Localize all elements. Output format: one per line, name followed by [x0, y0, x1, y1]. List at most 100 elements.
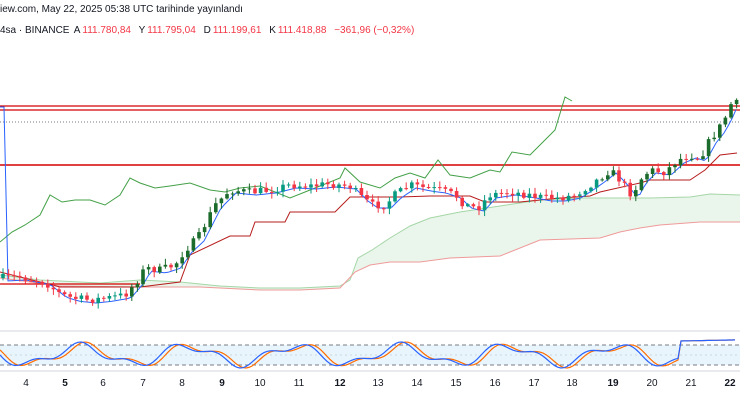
candle-body[interactable] — [191, 238, 196, 251]
candle-body[interactable] — [594, 179, 599, 188]
candle-body[interactable] — [258, 187, 263, 194]
candle-body[interactable] — [522, 192, 526, 198]
candle-body[interactable] — [124, 293, 128, 297]
candle-body[interactable] — [516, 192, 520, 196]
candle-body[interactable] — [734, 99, 739, 105]
candle-body[interactable] — [281, 184, 285, 192]
candle-body[interactable] — [74, 296, 78, 299]
candle-body[interactable] — [684, 158, 688, 160]
candle-body[interactable] — [695, 158, 700, 160]
candle-body[interactable] — [309, 184, 313, 188]
candle-body[interactable] — [550, 194, 554, 199]
candle-body[interactable] — [34, 280, 39, 282]
candle-body[interactable] — [449, 188, 453, 192]
candle-body[interactable] — [471, 204, 476, 207]
candle-body[interactable] — [622, 181, 627, 183]
candle-body[interactable] — [214, 203, 218, 213]
candle-body[interactable] — [135, 284, 140, 288]
candle-body[interactable] — [342, 184, 347, 186]
candle-body[interactable] — [286, 184, 291, 186]
candle-body[interactable] — [426, 187, 431, 188]
candle-body[interactable] — [572, 195, 576, 197]
candle-body[interactable] — [415, 182, 420, 185]
candle-body[interactable] — [275, 191, 280, 193]
candle-body[interactable] — [180, 257, 184, 264]
candle-body[interactable] — [533, 193, 537, 198]
candle-body[interactable] — [107, 296, 112, 299]
candle-body[interactable] — [230, 193, 235, 195]
candle-body[interactable] — [29, 280, 33, 282]
candle-body[interactable] — [146, 267, 151, 270]
candle-body[interactable] — [12, 275, 16, 277]
candle-body[interactable] — [219, 198, 224, 204]
candle-body[interactable] — [370, 199, 375, 202]
candle-body[interactable] — [482, 200, 487, 211]
candle-body[interactable] — [365, 195, 369, 200]
candle-body[interactable] — [320, 182, 324, 187]
candle-body[interactable] — [494, 192, 498, 198]
candle-body[interactable] — [382, 208, 386, 210]
candle-body[interactable] — [393, 191, 397, 202]
candle-body[interactable] — [477, 206, 481, 211]
candle-body[interactable] — [303, 186, 308, 188]
candle-body[interactable] — [673, 165, 677, 168]
candle-body[interactable] — [589, 187, 593, 192]
candle-body[interactable] — [141, 269, 145, 285]
candle-body[interactable] — [46, 283, 50, 288]
candle-body[interactable] — [1, 273, 5, 278]
candle-body[interactable] — [96, 297, 100, 303]
candle-body[interactable] — [23, 277, 28, 281]
candle-body[interactable] — [443, 187, 448, 189]
candle-body[interactable] — [113, 295, 117, 297]
candle-body[interactable] — [6, 273, 11, 276]
candle-body[interactable] — [466, 204, 470, 207]
candle-body[interactable] — [398, 188, 403, 192]
candle-body[interactable] — [617, 170, 621, 182]
candle-body[interactable] — [387, 201, 392, 209]
candle-body[interactable] — [314, 184, 319, 187]
candle-body[interactable] — [354, 188, 358, 189]
candle-body[interactable] — [348, 185, 352, 189]
candle-body[interactable] — [208, 212, 212, 228]
candle-body[interactable] — [18, 275, 22, 278]
candle-body[interactable] — [158, 266, 162, 273]
candle-body[interactable] — [628, 182, 632, 197]
candle-body[interactable] — [583, 191, 588, 195]
candle-body[interactable] — [432, 187, 436, 189]
candle-body[interactable] — [404, 188, 408, 190]
candle-body[interactable] — [421, 184, 425, 187]
candle-body[interactable] — [298, 186, 302, 189]
candle-body[interactable] — [118, 293, 123, 296]
candle-body[interactable] — [292, 184, 296, 189]
candle-body[interactable] — [505, 193, 509, 195]
candle-body[interactable] — [555, 197, 560, 200]
candle-body[interactable] — [645, 173, 649, 180]
candle-body[interactable] — [706, 139, 711, 157]
candle-body[interactable] — [331, 184, 336, 188]
candle-body[interactable] — [454, 191, 459, 198]
candle-body[interactable] — [85, 295, 89, 300]
candle-body[interactable] — [544, 194, 548, 196]
candle-body[interactable] — [510, 193, 515, 196]
candle-body[interactable] — [656, 168, 660, 173]
candle-body[interactable] — [460, 197, 464, 207]
candle-body[interactable] — [410, 182, 414, 189]
candle-body[interactable] — [488, 197, 492, 201]
candle-body[interactable] — [376, 201, 380, 209]
candle-body[interactable] — [264, 187, 268, 192]
candle-body[interactable] — [202, 227, 207, 233]
candle-body[interactable] — [236, 191, 240, 194]
candle-body[interactable] — [578, 194, 582, 196]
candle-body[interactable] — [326, 182, 330, 185]
candle-body[interactable] — [606, 175, 610, 180]
candle-body[interactable] — [566, 195, 571, 201]
candle-body[interactable] — [634, 190, 638, 197]
price-chart[interactable]: 4 5 6 7 8 9 10 11 12 13 14 15 16 17 18 19 20 21 22 — [0, 0, 740, 420]
candle-body[interactable] — [729, 104, 733, 118]
candle-body[interactable] — [600, 179, 604, 181]
candle-body[interactable] — [718, 124, 722, 138]
candle-body[interactable] — [247, 188, 252, 190]
candle-body[interactable] — [174, 263, 179, 268]
candle-body[interactable] — [197, 232, 201, 239]
candle-body[interactable] — [62, 292, 67, 295]
